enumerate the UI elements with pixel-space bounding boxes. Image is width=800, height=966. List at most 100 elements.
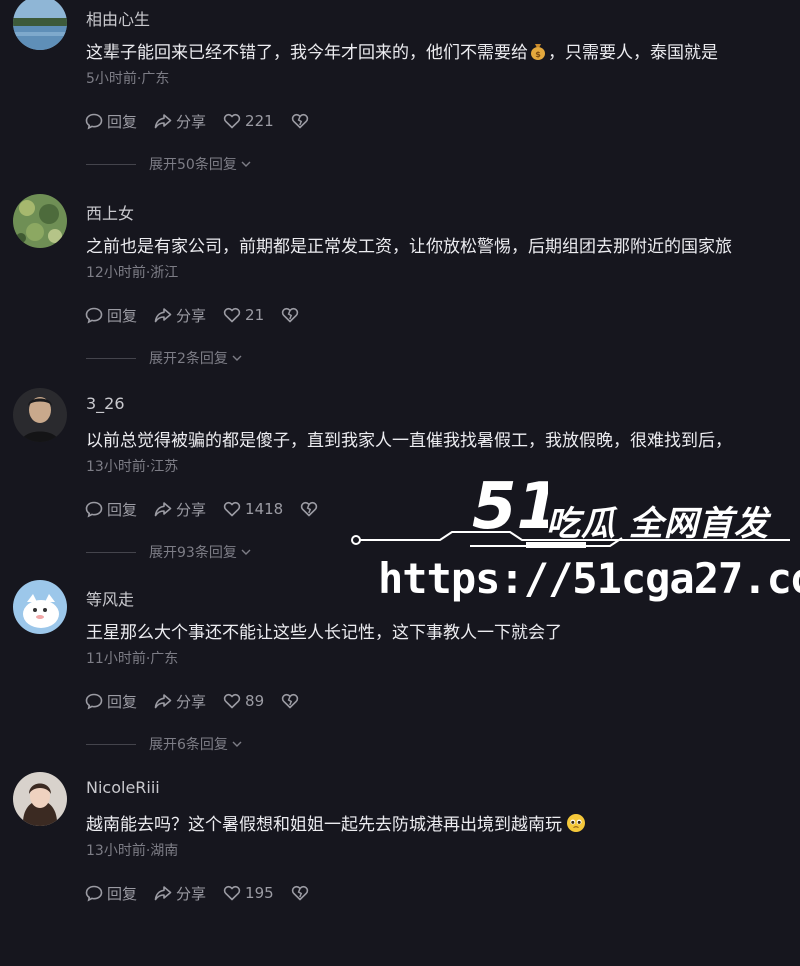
comment-item: 西上女 之前也是有家公司，前期都是正常发工资，让你放松警惕，后期组团去那附近的国… [0, 194, 800, 388]
svg-text:$: $ [535, 50, 541, 59]
chevron-down-icon [232, 355, 242, 361]
comment-item: 相由心生 这辈子能回来已经不错了，我今年才回来的，他们不需要给 $ ，只需要人，泰国… [0, 0, 800, 194]
share-label: 分享 [176, 306, 207, 325]
green-pattern-avatar-image [13, 194, 67, 248]
share-button[interactable]: 分享 [153, 111, 206, 132]
expand-replies-button[interactable]: 展开50条回复 [86, 154, 253, 174]
reply-icon [85, 307, 103, 324]
reply-icon [85, 113, 103, 130]
comment-item: 等风走 王星那么大个事还不能让这些人长记性，这下事教人一下就会了 11小时前·广… [0, 580, 800, 774]
expand-label: 展开2条回复 [149, 351, 228, 367]
heart-icon [223, 113, 241, 129]
reply-button[interactable]: 回复 [84, 111, 137, 132]
like-button[interactable]: 1418 [222, 499, 283, 519]
expand-label: 展开50条回复 [149, 157, 237, 173]
heart-icon [223, 885, 241, 901]
like-button[interactable]: 221 [222, 111, 274, 131]
expand-label: 展开93条回复 [149, 545, 237, 561]
share-label: 分享 [176, 692, 207, 711]
comment-meta: 12小时前·浙江 [86, 265, 179, 281]
chevron-down-icon [241, 549, 251, 555]
comment-username[interactable]: 3_26 [86, 394, 125, 413]
comment-actions: 回复 分享 1418 [84, 498, 335, 520]
reply-icon [85, 693, 103, 710]
share-label: 分享 [176, 884, 207, 903]
money-bag-icon: $ [531, 44, 545, 60]
reply-button[interactable]: 回复 [84, 883, 137, 904]
comment-text-main: 这辈子能回来已经不错了，我今年才回来的，他们不需要给 [86, 43, 528, 63]
share-icon [154, 886, 172, 901]
expand-label: 展开6条回复 [149, 737, 228, 753]
reply-label: 回复 [107, 306, 138, 325]
reply-label: 回复 [107, 112, 138, 131]
cartoon-avatar-image [13, 580, 67, 634]
comment-text: 越南能去吗？这个暑假想和姐姐一起先去防城港再出境到越南玩 [86, 810, 800, 835]
expand-replies-button[interactable]: 展开2条回复 [86, 348, 244, 368]
comment-actions: 回复 分享 195 [84, 882, 326, 904]
share-icon [154, 308, 172, 323]
like-button[interactable]: 195 [222, 883, 274, 903]
dislike-button[interactable] [280, 691, 300, 711]
dislike-button[interactable] [290, 111, 310, 131]
comment-username[interactable]: 相由心生 [86, 6, 150, 30]
comment-username[interactable]: 等风走 [86, 586, 134, 610]
dislike-button[interactable] [299, 499, 319, 519]
avatar[interactable] [13, 0, 67, 50]
broken-heart-icon [291, 885, 308, 901]
chevron-down-icon [232, 741, 242, 747]
reply-label: 回复 [107, 884, 138, 903]
reply-icon [85, 885, 103, 902]
like-button[interactable]: 21 [222, 305, 264, 325]
broken-heart-icon [281, 307, 299, 323]
like-button[interactable]: 89 [222, 691, 264, 711]
comment-meta: 13小时前·湖南 [86, 843, 179, 859]
comment-text: 之前也是有家公司，前期都是正常发工资，让你放松警惕，后期组团去那附近的国家旅 [86, 237, 732, 257]
dislike-button[interactable] [280, 305, 300, 325]
comment-meta: 13小时前·江苏 [86, 459, 179, 475]
heart-icon [223, 501, 241, 517]
avatar[interactable] [13, 580, 67, 634]
comment-text-main: 越南能去吗？这个暑假想和姐姐一起先去防城港再出境到越南玩 [86, 815, 562, 835]
comment-text-after: ，只需要人，泰国就是 [548, 43, 718, 63]
reply-icon [85, 501, 103, 518]
share-icon [154, 502, 172, 517]
comment-meta: 11小时前·广东 [86, 651, 179, 667]
share-button[interactable]: 分享 [153, 883, 206, 904]
heart-icon [223, 307, 241, 323]
reply-button[interactable]: 回复 [84, 691, 137, 712]
expand-replies-button[interactable]: 展开6条回复 [86, 734, 244, 754]
dislike-button[interactable] [290, 883, 310, 903]
avatar[interactable] [13, 772, 67, 826]
share-icon [154, 114, 172, 129]
man-portrait-avatar-image [13, 388, 67, 442]
like-count: 21 [245, 306, 265, 324]
divider-line [86, 357, 136, 359]
lake-avatar-image [13, 0, 67, 50]
avatar[interactable] [13, 388, 67, 442]
avatar[interactable] [13, 194, 67, 248]
broken-heart-icon [281, 693, 299, 709]
divider-line [86, 743, 136, 745]
comment-actions: 回复 分享 21 [84, 304, 316, 326]
expand-replies-button[interactable]: 展开93条回复 [86, 542, 253, 562]
share-icon [154, 694, 172, 709]
share-button[interactable]: 分享 [153, 691, 206, 712]
reply-button[interactable]: 回复 [84, 305, 137, 326]
like-count: 195 [245, 884, 274, 902]
comment-text: 王星那么大个事还不能让这些人长记性，这下事教人一下就会了 [86, 623, 562, 643]
share-button[interactable]: 分享 [153, 499, 206, 520]
comment-username[interactable]: NicoleRiii [86, 778, 160, 797]
share-button[interactable]: 分享 [153, 305, 206, 326]
reply-button[interactable]: 回复 [84, 499, 137, 520]
comment-username[interactable]: 西上女 [86, 200, 134, 224]
like-count: 1418 [245, 500, 284, 518]
comment-actions: 回复 分享 89 [84, 690, 316, 712]
comment-item: 3_26 以前总觉得被骗的都是傻子，直到我家人一直催我找暑假工，我放假晚，很难找… [0, 388, 800, 582]
comment-text: 以前总觉得被骗的都是傻子，直到我家人一直催我找暑假工，我放假晚，很难找到后， [86, 431, 732, 451]
share-label: 分享 [176, 500, 207, 519]
broken-heart-icon [291, 113, 308, 129]
woman-portrait-avatar-image [13, 772, 67, 826]
like-count: 89 [245, 692, 265, 710]
reply-label: 回复 [107, 692, 138, 711]
share-label: 分享 [176, 112, 207, 131]
